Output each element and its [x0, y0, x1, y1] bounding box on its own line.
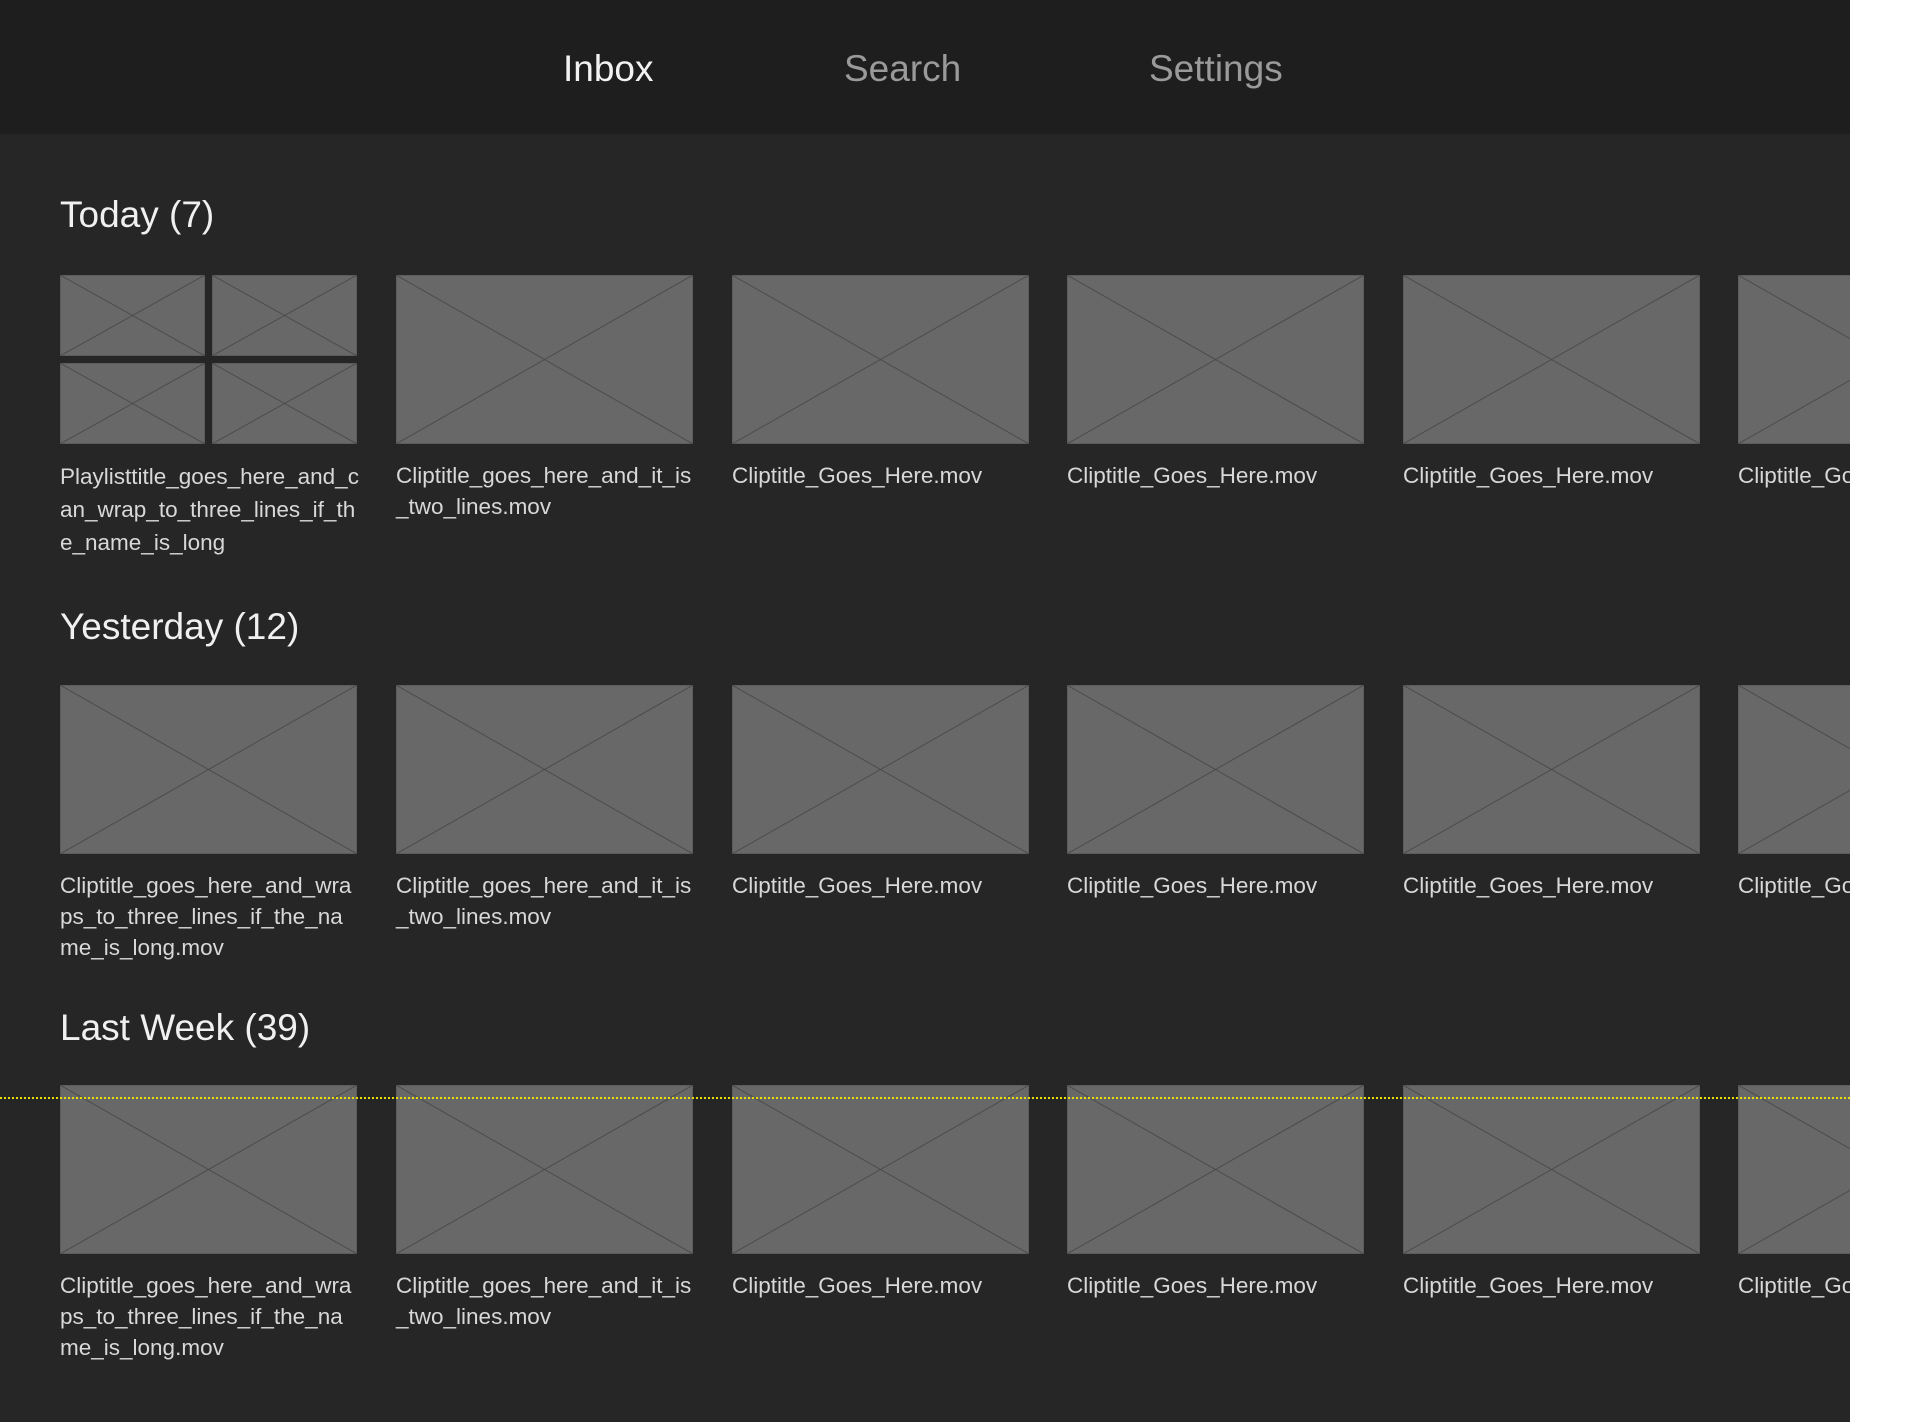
playlist-thumbnail-grid	[60, 275, 357, 444]
image-placeholder-icon	[212, 275, 357, 356]
clip-card[interactable]: Cliptitle_goes_here_and_it_is_two_lines.…	[396, 1085, 693, 1332]
clip-card[interactable]: Cliptitle_goes_here_and_wraps_to_three_l…	[60, 685, 357, 963]
section-row-yesterday: Cliptitle_goes_here_and_wraps_to_three_l…	[0, 685, 1850, 985]
clip-card[interactable]: Cliptitle_goes_here_and_it_is_two_lines.…	[396, 275, 693, 522]
section-row-today: Playlisttitle_goes_here_and_can_wrap_to_…	[0, 275, 1850, 575]
image-placeholder-icon	[1067, 1085, 1364, 1254]
image-placeholder-icon	[1403, 275, 1700, 444]
section-title-yesterday: Yesterday (12)	[60, 606, 300, 647]
clip-title: Cliptitle_Goes_Here.mov	[1403, 463, 1654, 488]
clip-title: Cliptitle_Goes_Here.mov	[732, 463, 983, 488]
clip-title: Cliptitle_Goes_Here.mov	[1067, 1273, 1318, 1298]
tab-search[interactable]: Search	[844, 46, 961, 92]
clip-card[interactable]: Cliptitle_Goes_Here.mov	[732, 1085, 1029, 1301]
image-placeholder-icon	[396, 275, 693, 444]
clip-card[interactable]: Cliptitle_goes_here_and_it_is_two_lines.…	[396, 685, 693, 932]
image-placeholder-icon	[60, 363, 205, 444]
image-placeholder-icon	[732, 685, 1029, 854]
image-placeholder-icon	[212, 363, 357, 444]
image-placeholder-icon	[60, 1085, 357, 1254]
image-placeholder-icon	[396, 1085, 693, 1254]
clip-card[interactable]: Cliptitle_Goes_Here.mov	[1403, 685, 1700, 901]
clip-title: Cliptitle_goes_here_and_it_is_two_lines.…	[396, 463, 692, 519]
image-placeholder-icon	[1403, 1085, 1700, 1254]
playlist-card[interactable]: Playlisttitle_goes_here_and_can_wrap_to_…	[60, 275, 359, 559]
clip-card[interactable]: Cliptitle_Goes_Here.mov	[732, 685, 1029, 901]
clip-card[interactable]: Cliptitle_Goes_Here.mov	[732, 275, 1029, 491]
clip-title: Cliptitle_Goes_Here.mov	[732, 1273, 983, 1298]
clip-title: Cliptitle_Goes_Here.mov	[732, 873, 983, 898]
section-title-last-week: Last Week (39)	[60, 1007, 311, 1048]
clip-title: Cliptitle_goes_here_and_wraps_to_three_l…	[60, 873, 352, 960]
image-placeholder-icon	[1738, 275, 1850, 444]
clip-title: Cliptitle_goes_here_and_it_is_two_lines.…	[396, 873, 692, 929]
clip-title: Cliptitle_Goes_Here.mov	[1403, 873, 1654, 898]
clip-card[interactable]: Cliptitle_Goes_Here.mov	[1067, 1085, 1364, 1301]
clip-card[interactable]: Cliptitle_Goes_Here.mov	[1067, 685, 1364, 901]
image-placeholder-icon	[732, 275, 1029, 444]
section-row-last-week: Cliptitle_goes_here_and_wraps_to_three_l…	[0, 1085, 1850, 1385]
clip-card[interactable]: Cliptitle_Goes_Here.mov	[1738, 275, 1850, 491]
tab-settings[interactable]: Settings	[1149, 46, 1283, 92]
image-placeholder-icon	[1738, 685, 1850, 854]
clip-card[interactable]: Cliptitle_Goes_Here.mov	[1738, 1085, 1850, 1301]
playlist-title: Playlisttitle_goes_here_and_can_wrap_to_…	[60, 464, 359, 555]
section-title-today: Today (7)	[60, 194, 215, 235]
tab-inbox[interactable]: Inbox	[563, 46, 654, 92]
clip-title: Cliptitle_Goes_Here.mov	[1067, 463, 1318, 488]
image-placeholder-icon	[60, 685, 357, 854]
image-placeholder-icon	[732, 1085, 1029, 1254]
clip-title: Cliptitle_Goes_Here.mov	[1738, 873, 1850, 898]
image-placeholder-icon	[1403, 685, 1700, 854]
clip-title: Cliptitle_Goes_Here.mov	[1403, 1273, 1654, 1298]
clip-card[interactable]: Cliptitle_Goes_Here.mov	[1403, 1085, 1700, 1301]
clip-card[interactable]: Cliptitle_Goes_Here.mov	[1738, 685, 1850, 901]
clip-card[interactable]: Cliptitle_Goes_Here.mov	[1067, 275, 1364, 491]
image-placeholder-icon	[396, 685, 693, 854]
clip-title: Cliptitle_Goes_Here.mov	[1738, 1273, 1850, 1298]
image-placeholder-icon	[1067, 275, 1364, 444]
image-placeholder-icon	[60, 275, 205, 356]
clip-title: Cliptitle_Goes_Here.mov	[1067, 873, 1318, 898]
clip-card[interactable]: Cliptitle_Goes_Here.mov	[1403, 275, 1700, 491]
image-placeholder-icon	[1067, 685, 1364, 854]
clip-title: Cliptitle_goes_here_and_wraps_to_three_l…	[60, 1273, 352, 1360]
clip-title: Cliptitle_goes_here_and_it_is_two_lines.…	[396, 1273, 692, 1329]
clip-card[interactable]: Cliptitle_goes_here_and_wraps_to_three_l…	[60, 1085, 357, 1363]
top-navigation-bar: Inbox Search Settings	[0, 0, 1850, 134]
image-placeholder-icon	[1738, 1085, 1850, 1254]
app-window: Inbox Search Settings Today (7) Playlist…	[0, 0, 1850, 1422]
clip-title: Cliptitle_Goes_Here.mov	[1738, 463, 1850, 488]
